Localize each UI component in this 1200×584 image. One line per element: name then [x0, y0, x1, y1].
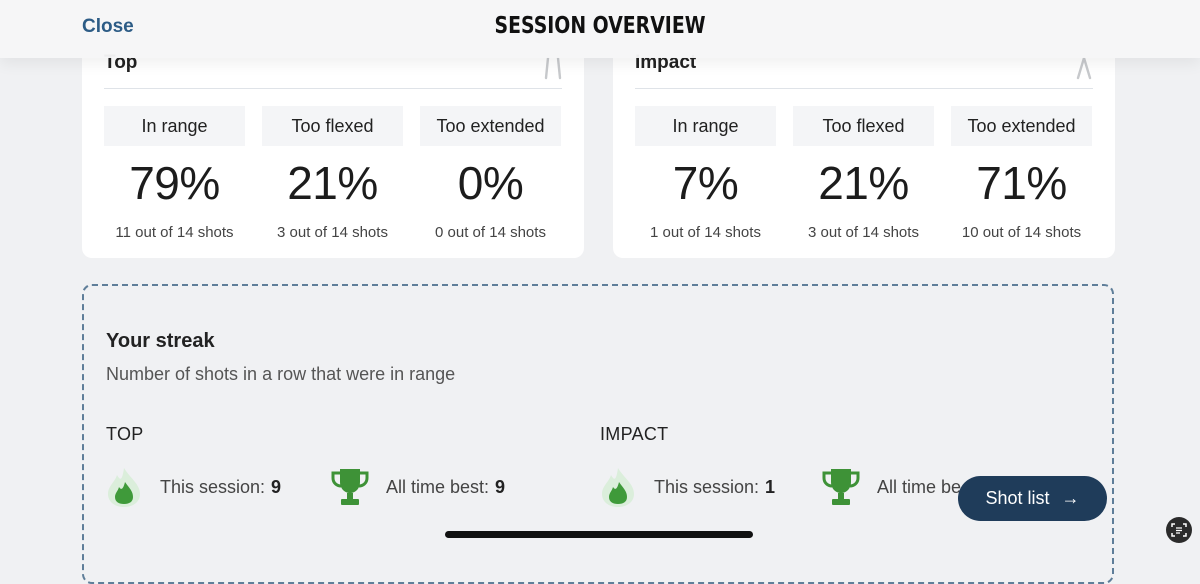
stat-label: Too flexed [793, 106, 934, 146]
trophy-icon [822, 469, 860, 505]
golfer-figure-icon [1076, 56, 1092, 80]
stat-percent: 79% [129, 157, 220, 209]
session-value: 1 [765, 476, 776, 497]
arrow-right-icon: → [1061, 488, 1080, 508]
golfer-figure-icon [544, 56, 562, 80]
stat-label: Too extended [420, 106, 561, 146]
impact-session-streak: This session: 1 [598, 464, 775, 510]
stat-too-flexed: Too flexed 21% 3 out of 14 shots [262, 106, 403, 241]
session-label: This session: [654, 476, 760, 497]
streak-panel: Your streak Number of shots in a row tha… [82, 284, 1114, 584]
session-value: 9 [271, 476, 282, 497]
scan-icon [1171, 523, 1187, 537]
stat-in-range: In range 79% 11 out of 14 shots [104, 106, 245, 241]
stat-count: 3 out of 14 shots [808, 224, 919, 241]
top-bar: Close SESSION OVERVIEW [0, 0, 1200, 58]
session-label: This session: [160, 476, 266, 497]
stat-too-flexed: Too flexed 21% 3 out of 14 shots [793, 106, 934, 241]
stat-percent: 21% [287, 157, 378, 209]
streak-title: Your streak [106, 330, 215, 352]
trophy-icon [331, 469, 369, 505]
stat-in-range: In range 7% 1 out of 14 shots [635, 106, 776, 241]
stat-count: 3 out of 14 shots [277, 224, 388, 241]
stat-label: Too extended [951, 106, 1092, 146]
stat-percent: 0% [457, 157, 524, 209]
stat-percent: 7% [672, 157, 739, 209]
stat-label: Too flexed [262, 106, 403, 146]
shot-list-button[interactable]: Shot list → [958, 476, 1107, 521]
shot-list-label: Shot list [985, 488, 1050, 508]
page-title: SESSION OVERVIEW [494, 13, 706, 39]
stat-too-extended: Too extended 71% 10 out of 14 shots [951, 106, 1092, 241]
top-session-streak: This session: 9 [104, 464, 281, 510]
stat-count: 11 out of 14 shots [115, 224, 234, 241]
home-indicator[interactable] [445, 531, 753, 538]
stat-count: 1 out of 14 shots [650, 224, 761, 241]
stat-count: 10 out of 14 shots [961, 224, 1082, 241]
flame-icon [602, 468, 634, 507]
stat-percent: 21% [818, 157, 909, 209]
divider [635, 88, 1093, 89]
stat-too-extended: Too extended 0% 0 out of 14 shots [420, 106, 561, 241]
stat-label: In range [104, 106, 245, 146]
impact-best-streak: All time be [821, 464, 967, 510]
stat-count: 0 out of 14 shots [435, 224, 546, 241]
streak-impact-label: IMPACT [600, 424, 669, 444]
streak-top-label: TOP [106, 424, 144, 444]
flame-icon [108, 468, 140, 507]
stat-label: In range [635, 106, 776, 146]
best-label: All time be [877, 476, 962, 497]
best-value: 9 [495, 476, 506, 497]
live-text-scan-icon[interactable] [1166, 517, 1192, 543]
best-label: All time best: [386, 476, 490, 497]
streak-subtitle: Number of shots in a row that were in ra… [106, 364, 456, 384]
divider [104, 88, 562, 89]
top-best-streak: All time best: 9 [330, 464, 505, 510]
stat-percent: 71% [976, 157, 1067, 209]
